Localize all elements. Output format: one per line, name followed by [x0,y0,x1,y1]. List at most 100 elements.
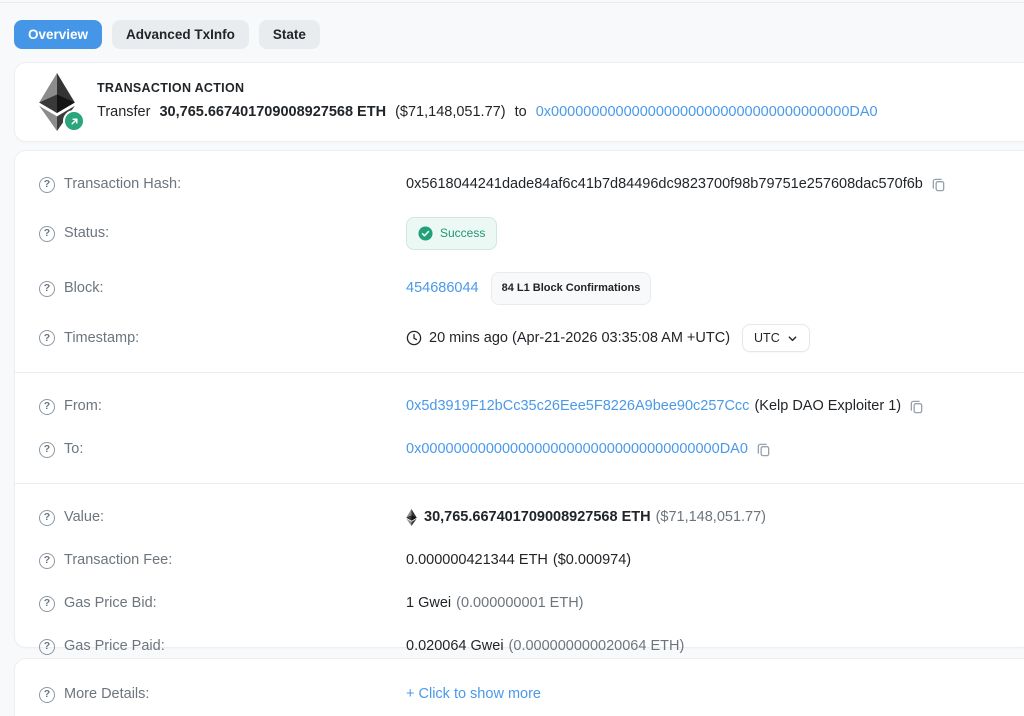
transaction-action-card: TRANSACTION ACTION Transfer 30,765.66740… [14,62,1024,142]
transaction-hash-value: 0x5618044241dade84af6c41b7d84496dc982370… [406,174,923,195]
from-name-tag: (Kelp DAO Exploiter 1) [754,396,901,417]
check-circle-icon [418,226,433,241]
to-label: To: [64,439,83,460]
more-details-value-group: + Click to show more [406,684,541,705]
transaction-action-heading: TRANSACTION ACTION [97,81,878,95]
transaction-action-line: Transfer 30,765.667401709008927568 ETH (… [97,102,878,123]
transaction-fee-label: Transaction Fee: [64,550,172,571]
help-icon[interactable]: ? [39,639,55,655]
transaction-fee-amount: 0.000000421344 ETH [406,550,548,571]
clock-icon [406,330,422,346]
to-row: ? To: 0x00000000000000000000000000000000… [15,428,1024,471]
timestamp-label-group: ? Timestamp: [39,328,406,349]
tab-overview[interactable]: Overview [14,20,102,49]
page-top-divider [0,2,1024,3]
status-badge-label: Success [440,223,485,244]
gas-price-paid-eth: (0.000000000020064 ETH) [509,636,685,657]
value-row: ? Value: 30,765.667401709008927568 ETH (… [15,496,1024,539]
gas-price-paid-amount: 0.020064 Gwei [406,636,504,657]
arrow-up-right-icon [69,116,80,127]
to-label-group: ? To: [39,439,406,460]
help-icon[interactable]: ? [39,226,55,242]
tab-state[interactable]: State [259,20,320,49]
eth-glyph-icon [406,509,417,526]
copy-icon [756,442,771,457]
more-details-card: ? More Details: + Click to show more [14,658,1024,716]
copy-icon [931,177,946,192]
help-icon[interactable]: ? [39,553,55,569]
transaction-fee-label-group: ? Transaction Fee: [39,550,406,571]
transaction-hash-label: Transaction Hash: [64,174,181,195]
timezone-dropdown-label: UTC [754,331,780,345]
value-label-group: ? Value: [39,507,406,528]
help-icon[interactable]: ? [39,399,55,415]
block-label: Block: [64,278,104,299]
timestamp-value: 20 mins ago (Apr-21-2026 03:35:08 AM +UT… [429,328,730,349]
block-row: ? Block: 454686044 84 L1 Block Confirmat… [15,261,1024,316]
transaction-hash-row: ? Transaction Hash: 0x5618044241dade84af… [15,163,1024,206]
block-confirmations-badge: 84 L1 Block Confirmations [491,272,652,305]
value-amount: 30,765.667401709008927568 ETH [424,507,651,528]
help-icon[interactable]: ? [39,281,55,297]
gas-price-bid-amount: 1 Gwei [406,593,451,614]
transfer-out-badge [63,110,85,132]
copy-icon [909,399,924,414]
value-label: Value: [64,507,104,528]
ethereum-logo [39,73,79,131]
status-value-group: Success [406,217,497,250]
status-label: Status: [64,223,109,244]
action-prefix: Transfer [97,104,150,120]
value-usd: ($71,148,051.77) [656,507,766,528]
transaction-fee-usd: ($0.000974) [553,550,631,571]
timestamp-value-group: 20 mins ago (Apr-21-2026 03:35:08 AM +UT… [406,324,810,352]
help-icon[interactable]: ? [39,442,55,458]
block-number-link[interactable]: 454686044 [406,278,479,299]
more-details-label: More Details: [64,684,149,705]
timestamp-label: Timestamp: [64,328,139,349]
more-details-label-group: ? More Details: [39,684,406,705]
transaction-hash-label-group: ? Transaction Hash: [39,174,406,195]
show-more-link[interactable]: + Click to show more [406,684,541,705]
transaction-action-body: TRANSACTION ACTION Transfer 30,765.66740… [97,81,878,123]
copy-to-address-button[interactable] [756,442,771,457]
timestamp-row: ? Timestamp: 20 mins ago (Apr-21-2026 03… [15,316,1024,360]
transaction-details-card: ? Transaction Hash: 0x5618044241dade84af… [14,150,1024,648]
block-label-group: ? Block: [39,278,406,299]
to-value-group: 0x0000000000000000000000000000000000000D… [406,439,771,460]
gas-price-paid-label: Gas Price Paid: [64,636,165,657]
action-to-address-link[interactable]: 0x0000000000000000000000000000000000000D… [536,104,878,120]
to-address-link[interactable]: 0x0000000000000000000000000000000000000D… [406,439,748,460]
from-label-group: ? From: [39,396,406,417]
gas-price-paid-value-group: 0.020064 Gwei (0.000000000020064 ETH) [406,636,684,657]
transaction-fee-value-group: 0.000000421344 ETH ($0.000974) [406,550,631,571]
transaction-hash-value-group: 0x5618044241dade84af6c41b7d84496dc982370… [406,174,946,195]
more-details-row: ? More Details: + Click to show more [15,673,1024,716]
help-icon[interactable]: ? [39,687,55,703]
gas-price-paid-label-group: ? Gas Price Paid: [39,636,406,657]
tab-advanced-txinfo[interactable]: Advanced TxInfo [112,20,249,49]
from-row: ? From: 0x5d3919F12bCc35c26Eee5F8226A9be… [15,385,1024,428]
gas-price-bid-row: ? Gas Price Bid: 1 Gwei (0.000000001 ETH… [15,582,1024,625]
status-row: ? Status: Success [15,206,1024,261]
status-badge: Success [406,217,497,250]
from-address-link[interactable]: 0x5d3919F12bCc35c26Eee5F8226A9bee90c257C… [406,396,749,417]
help-icon[interactable]: ? [39,177,55,193]
status-label-group: ? Status: [39,223,406,244]
gas-price-bid-label-group: ? Gas Price Bid: [39,593,406,614]
action-amount: 30,765.667401709008927568 ETH [159,104,386,120]
gas-price-bid-value-group: 1 Gwei (0.000000001 ETH) [406,593,584,614]
help-icon[interactable]: ? [39,330,55,346]
block-value-group: 454686044 84 L1 Block Confirmations [406,272,651,305]
gas-price-bid-label: Gas Price Bid: [64,593,157,614]
section-divider [15,483,1024,484]
value-value-group: 30,765.667401709008927568 ETH ($71,148,0… [406,507,766,528]
tab-bar: Overview Advanced TxInfo State [14,20,320,49]
action-connector: to [515,104,527,120]
help-icon[interactable]: ? [39,596,55,612]
from-value-group: 0x5d3919F12bCc35c26Eee5F8226A9bee90c257C… [406,396,924,417]
timezone-dropdown[interactable]: UTC [742,324,810,352]
help-icon[interactable]: ? [39,510,55,526]
copy-hash-button[interactable] [931,177,946,192]
copy-from-address-button[interactable] [909,399,924,414]
section-divider [15,372,1024,373]
